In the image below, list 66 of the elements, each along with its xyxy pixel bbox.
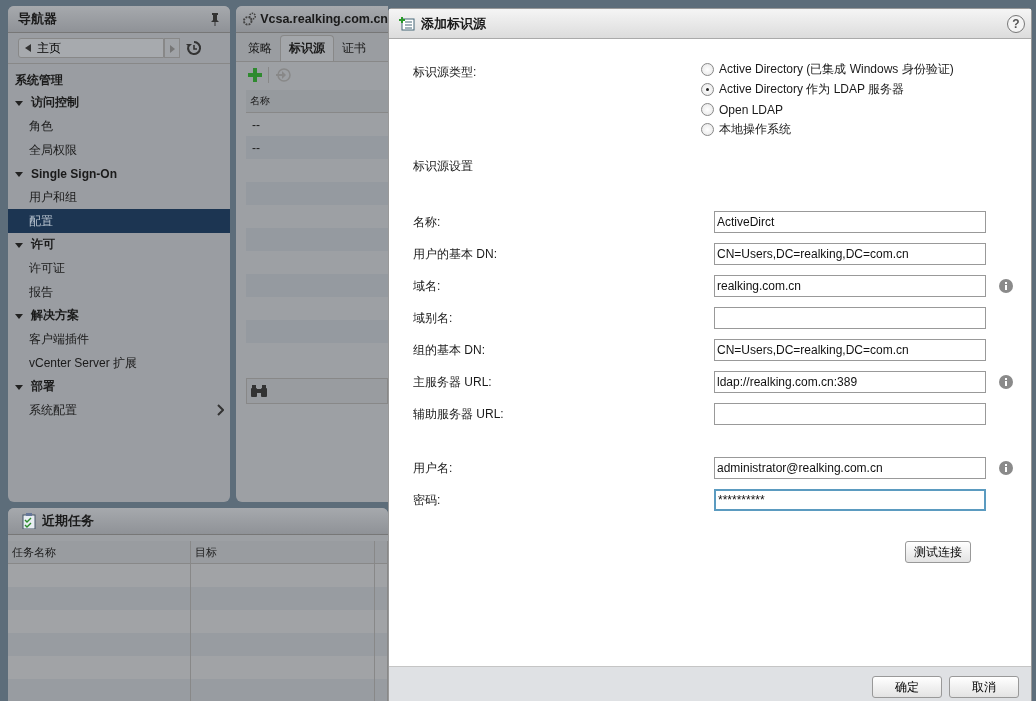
tree-item[interactable]: 角色: [8, 114, 230, 138]
text-field[interactable]: [714, 307, 986, 329]
binoculars-icon: [251, 385, 267, 397]
back-arrow-icon: [25, 44, 31, 52]
add-list-icon: [399, 16, 415, 31]
tree-item[interactable]: 客户端插件: [8, 327, 230, 351]
text-field[interactable]: realking.com.cn: [714, 275, 986, 297]
text-field[interactable]: CN=Users,DC=realking,DC=com.cn: [714, 339, 986, 361]
field-label: 名称:: [413, 213, 442, 231]
field-label: 标识源类型:: [413, 64, 478, 81]
table-cell: --: [252, 140, 260, 155]
panel-title: 近期任务: [42, 512, 95, 530]
field-label: 域别名:: [413, 309, 454, 327]
add-icon[interactable]: [248, 68, 262, 82]
text-field[interactable]: ldap://realking.com.cn:389: [714, 371, 986, 393]
text-field[interactable]: ActiveDirct: [714, 211, 986, 233]
dialog-title: 添加标识源: [421, 14, 487, 33]
forward-arrow-icon: [169, 44, 175, 53]
tree-group[interactable]: 许可: [8, 233, 230, 256]
tab[interactable]: 策略: [240, 36, 280, 61]
tree-item[interactable]: 系统配置: [8, 398, 230, 422]
tree-item[interactable]: 用户和组: [8, 185, 230, 209]
tree-group[interactable]: 访问控制: [8, 91, 230, 114]
tree-item[interactable]: 配置: [8, 209, 230, 233]
tab[interactable]: 标识源: [280, 35, 334, 61]
help-button[interactable]: ?: [1007, 14, 1025, 33]
history-icon[interactable]: [186, 40, 202, 56]
dialog-button[interactable]: 确定: [872, 676, 942, 698]
radio-option[interactable]: 本地操作系统: [701, 121, 954, 138]
clipboard-check-icon: [22, 513, 36, 529]
text-field[interactable]: administrator@realking.com.cn: [714, 457, 986, 479]
field-label: 密码:: [413, 491, 442, 509]
radio-option[interactable]: Active Directory (已集成 Windows 身份验证): [701, 61, 954, 78]
section-heading: 系统管理: [14, 72, 64, 89]
radio-option[interactable]: Active Directory 作为 LDAP 服务器: [701, 81, 954, 98]
test-connection-button[interactable]: 测试连接: [905, 541, 971, 563]
field-label: 用户名:: [413, 459, 454, 477]
section-heading: 标识源设置: [413, 158, 474, 175]
field-label: 辅助服务器 URL:: [413, 405, 505, 423]
field-label: 组的基本 DN:: [413, 341, 486, 359]
panel-title: Vcsa.realking.com.cn: [260, 12, 388, 26]
field-label: 域名:: [413, 277, 442, 295]
tree-item[interactable]: vCenter Server 扩展: [8, 351, 230, 375]
tree-group[interactable]: 部署: [8, 375, 230, 398]
tree-item[interactable]: 许可证: [8, 256, 230, 280]
home-button[interactable]: 主页: [18, 38, 164, 58]
column-header[interactable]: 名称: [250, 94, 270, 108]
pin-icon: [210, 12, 220, 26]
tree-item[interactable]: 报告: [8, 280, 230, 304]
tab[interactable]: 证书: [334, 36, 374, 61]
column-header[interactable]: 任务名称: [8, 541, 192, 563]
tree-group[interactable]: 解决方案: [8, 304, 230, 327]
dialog-button[interactable]: 取消: [949, 676, 1019, 698]
search-field[interactable]: [246, 378, 388, 404]
panel-title: 导航器: [18, 10, 58, 28]
field-label: 主服务器 URL:: [413, 373, 493, 391]
column-header[interactable]: 目标: [191, 541, 375, 563]
text-field[interactable]: [714, 403, 986, 425]
table-cell: --: [252, 117, 260, 132]
tree-item[interactable]: 全局权限: [8, 138, 230, 162]
password-field[interactable]: **********: [714, 489, 986, 511]
text-field[interactable]: CN=Users,DC=realking,DC=com.cn: [714, 243, 986, 265]
field-label: 用户的基本 DN:: [413, 245, 498, 263]
radio-option[interactable]: Open LDAP: [701, 101, 954, 118]
forward-button[interactable]: [164, 38, 180, 58]
tree-group[interactable]: Single Sign-On: [8, 162, 230, 185]
